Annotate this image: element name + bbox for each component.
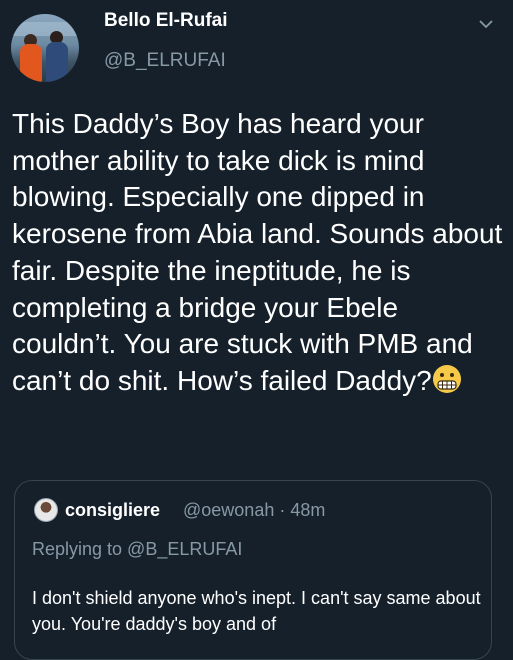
quoted-author-name: consigliere — [65, 500, 161, 520]
grimacing-face-emoji-icon — [432, 364, 461, 393]
chevron-down-icon[interactable] — [478, 18, 494, 30]
tweet-body: This Daddy’s Boy has heard your mother a… — [12, 106, 508, 400]
quoted-tweet-meta: @oewonah · 48m — [183, 500, 325, 521]
quoted-tweet-text: I don't shield anyone who's inept. I can… — [32, 588, 481, 634]
replying-to-label: Replying to @B_ELRUFAI — [32, 539, 243, 559]
author-display-name[interactable]: Bello El-Rufai — [104, 10, 228, 32]
quoted-tweet-time: 48m — [290, 500, 326, 520]
author-handle[interactable]: @B_ELRUFAI — [104, 50, 226, 72]
tweet-text: This Daddy’s Boy has heard your mother a… — [12, 108, 511, 396]
meta-separator: · — [279, 500, 286, 520]
quoted-avatar[interactable] — [34, 498, 58, 522]
avatar-background-vehicle — [11, 22, 79, 36]
avatar-person-body — [20, 44, 42, 82]
avatar-person-body — [46, 42, 68, 82]
avatar[interactable] — [11, 14, 79, 82]
quoted-tweet-card[interactable]: consigliere @oewonah · 48m Replying to @… — [14, 480, 492, 660]
quoted-author-handle: @oewonah — [183, 500, 275, 520]
